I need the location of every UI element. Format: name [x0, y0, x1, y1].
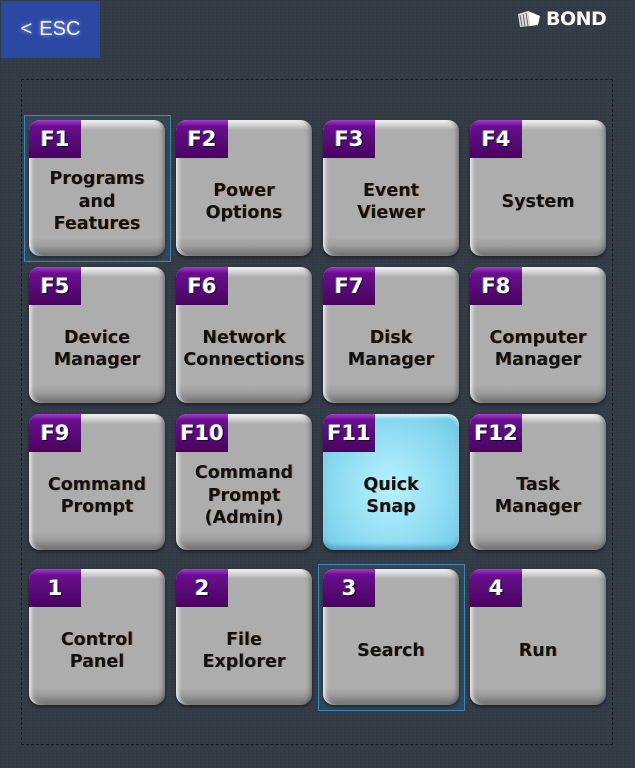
hotkey-badge: F12 [470, 414, 522, 452]
hotkey-badge: 1 [29, 569, 81, 607]
tile-label: Programs and Features [49, 169, 145, 235]
esc-label: ESC [39, 18, 81, 40]
shortcut-tile-f4[interactable]: F4 System [470, 120, 606, 256]
hotkey-badge: F3 [323, 120, 375, 158]
tile-label: Task Manager [494, 474, 582, 518]
tile-label: Power Options [205, 180, 283, 224]
shortcut-tile-f10[interactable]: F10 Command Prompt (Admin) [176, 414, 312, 550]
tile-label: Computer Manager [489, 327, 587, 371]
brand-logo: BOND [516, 8, 607, 30]
bond-logo-mark-icon [518, 11, 540, 27]
shortcut-tile-3[interactable]: 3 Search [323, 569, 459, 705]
tile-label: File Explorer [202, 629, 286, 673]
hotkey-badge: F2 [176, 120, 228, 158]
hotkey-badge: F9 [29, 414, 81, 452]
hotkey-badge: 4 [470, 569, 522, 607]
tile-label: Run [518, 640, 558, 661]
tile-label: Disk Manager [347, 327, 435, 371]
shortcut-tile-f8[interactable]: F8 Computer Manager [470, 267, 606, 403]
shortcut-tile-f2[interactable]: F2 Power Options [176, 120, 312, 256]
tile-label: Command Prompt [47, 474, 147, 518]
brand-wordmark: BOND [546, 8, 607, 30]
hotkey-badge: 3 [323, 569, 375, 607]
shortcut-tile-f7[interactable]: F7 Disk Manager [323, 267, 459, 403]
tile-label: Event Viewer [357, 180, 425, 224]
hotkey-badge: F10 [176, 414, 228, 452]
hotkey-badge: F6 [176, 267, 228, 305]
tile-label: Command Prompt (Admin) [194, 463, 294, 529]
shortcut-tile-f12[interactable]: F12 Task Manager [470, 414, 606, 550]
shortcut-tile-2[interactable]: 2 File Explorer [176, 569, 312, 705]
chevron-left-icon: < [20, 18, 33, 40]
shortcut-tile-f5[interactable]: F5 Device Manager [29, 267, 165, 403]
esc-back-button[interactable]: < ESC [1, 1, 100, 58]
hotkey-badge: F4 [470, 120, 522, 158]
tile-label: Device Manager [53, 327, 141, 371]
shortcut-tile-f3[interactable]: F3 Event Viewer [323, 120, 459, 256]
shortcut-tile-f1[interactable]: F1 Programs and Features [29, 120, 165, 256]
tile-label: Quick Snap [363, 474, 419, 518]
tile-label: System [501, 191, 575, 212]
hotkey-badge: F8 [470, 267, 522, 305]
shortcut-tile-4[interactable]: 4 Run [470, 569, 606, 705]
hotkey-badge: 2 [176, 569, 228, 607]
tile-label: Control Panel [60, 629, 134, 673]
shortcut-tile-f6[interactable]: F6 Network Connections [176, 267, 312, 403]
hotkey-badge: F1 [29, 120, 81, 158]
shortcut-tile-1[interactable]: 1 Control Panel [29, 569, 165, 705]
hotkey-badge: F5 [29, 267, 81, 305]
shortcut-tile-f9[interactable]: F9 Command Prompt [29, 414, 165, 550]
shortcut-tile-f11[interactable]: F11 Quick Snap [323, 414, 459, 550]
tile-label: Search [357, 640, 425, 661]
tile-label: Network Connections [183, 327, 305, 371]
hotkey-badge: F11 [323, 414, 375, 452]
hotkey-badge: F7 [323, 267, 375, 305]
